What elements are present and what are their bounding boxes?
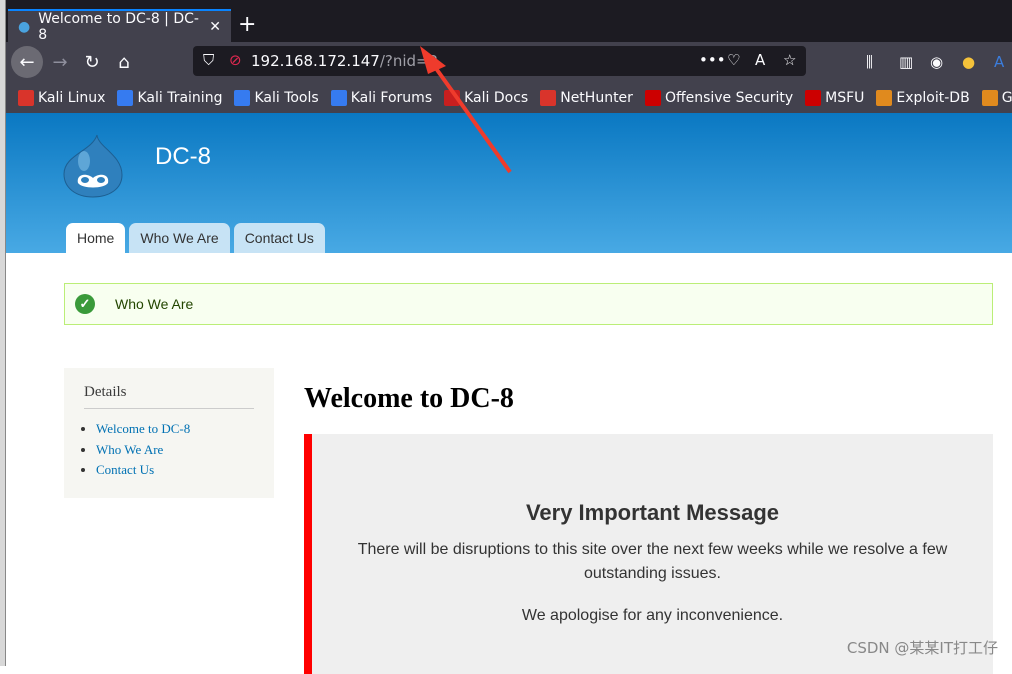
translate-icon[interactable]: A [755,51,765,69]
bookmark-item[interactable]: Kali Linux [18,89,106,106]
browser-window: ● Welcome to DC-8 | DC-8 ✕ + ← → ↻ ⌂ ⛉ ⊘… [6,0,1012,674]
primary-tabs: Home Who We Are Contact Us [66,223,325,253]
bookmark-item[interactable]: Kali Tools [234,89,319,106]
bookmark-label: GHDB [1001,89,1012,106]
url-host: 192.168.172.147 [251,52,380,70]
bookmarks-toolbar: Kali Linux Kali Training Kali Tools Kali Fo… [6,82,1012,113]
bookmark-item[interactable]: GHDB [981,89,1012,106]
tab-who-we-are[interactable]: Who We Are [129,223,230,253]
tab-contact-us[interactable]: Contact Us [233,223,325,253]
browser-tab[interactable]: ● Welcome to DC-8 | DC-8 ✕ [8,9,231,43]
watermark: CSDN @某某IT打工仔 [846,639,998,657]
bookmark-label: Offensive Security [664,89,794,106]
more-actions-icon[interactable]: ••• [699,51,726,69]
bookmark-favicon-icon [876,89,893,106]
insecure-lock-icon[interactable]: ⊘ [229,51,242,69]
bookmark-item[interactable]: Exploit-DB [876,89,970,106]
bookmark-label: MSFU [825,89,865,106]
drupal-logo-icon[interactable] [62,133,124,199]
bookmark-favicon-icon [444,89,461,106]
notice-paragraph: There will be disruptions to this site o… [357,541,948,582]
tab-title: Welcome to DC-8 | DC-8 [38,10,199,43]
tab-home[interactable]: Home [66,223,126,253]
site-name[interactable]: DC-8 [155,143,211,171]
new-tab-button[interactable]: + [238,12,256,37]
bookmark-item[interactable]: MSFU [805,89,865,106]
nav-toolbar: ← → ↻ ⌂ ⛉ ⊘ 192.168.172.147/?nid=2 ••• ♡… [6,42,1012,82]
bookmark-label: NetHunter [560,89,633,106]
notice-apology: We apologise for any inconvenience. [521,607,784,624]
bookmark-label: Kali Forums [350,89,433,106]
bookmark-star-icon[interactable]: ☆ [783,51,796,69]
bookmark-favicon-icon [540,89,557,106]
bookmark-label: Exploit-DB [896,89,970,106]
bookmark-item[interactable]: Offensive Security [644,89,794,106]
back-button[interactable]: ← [11,46,43,78]
bookmark-favicon-icon [805,89,822,106]
bookmark-label: Kali Tools [254,89,319,106]
notice-heading: Very Important Message [525,500,780,525]
reload-button[interactable]: ↻ [76,46,108,78]
sidebar-link-contact-us[interactable]: Contact Us [96,462,154,477]
status-message: ✓ Who We Are [64,283,993,325]
extension-icon[interactable]: ● [962,53,975,71]
url-path: /?nid=2 [379,52,439,70]
sidebar-link-who-we-are[interactable]: Who We Are [96,442,163,457]
bookmark-label: Kali Training [137,89,223,106]
pocket-icon[interactable]: ♡ [727,51,740,69]
bookmark-label: Kali Linux [38,89,106,106]
bookmark-label: Kali Docs [464,89,529,106]
bookmark-item[interactable]: Kali Training [117,89,223,106]
sidebar-link-welcome[interactable]: Welcome to DC-8 [96,421,190,436]
bookmark-favicon-icon [18,89,34,106]
tab-bar: ● Welcome to DC-8 | DC-8 ✕ + [6,0,1012,43]
home-button[interactable]: ⌂ [108,46,140,78]
drupal-favicon-icon: ● [18,18,31,35]
bookmark-item[interactable]: Kali Docs [444,89,529,106]
bookmark-favicon-icon [234,89,251,106]
bookmark-favicon-icon [330,89,347,106]
forward-button[interactable]: → [44,46,76,78]
page-title: Welcome to DC-8 [304,383,514,414]
shield-icon[interactable]: ⛉ [203,51,214,69]
url-bar[interactable]: ⛉ ⊘ 192.168.172.147/?nid=2 ••• ♡ A ☆ [193,46,806,76]
web-page: DC-8 Home Who We Are Contact Us ✓ Who We… [6,113,1012,674]
sidebar-title: Details [84,384,254,409]
bookmark-favicon-icon [981,89,998,106]
close-tab-icon[interactable]: ✕ [209,19,221,35]
account-icon[interactable]: ◉ [930,53,943,71]
bookmark-item[interactable]: NetHunter [540,89,633,106]
sidebar-icon[interactable]: ▥ [899,53,913,71]
sidebar-details: Details Welcome to DC-8 Who We Are Conta… [64,368,274,498]
status-message-text: Who We Are [115,296,194,312]
translate-extension-icon[interactable]: A [994,53,1004,71]
library-icon[interactable]: ⫼ [866,53,873,71]
bookmark-favicon-icon [644,89,661,106]
bookmark-item[interactable]: Kali Forums [330,89,433,106]
site-header: DC-8 Home Who We Are Contact Us [6,113,1012,253]
bookmark-favicon-icon [117,89,134,106]
check-icon: ✓ [75,294,95,314]
